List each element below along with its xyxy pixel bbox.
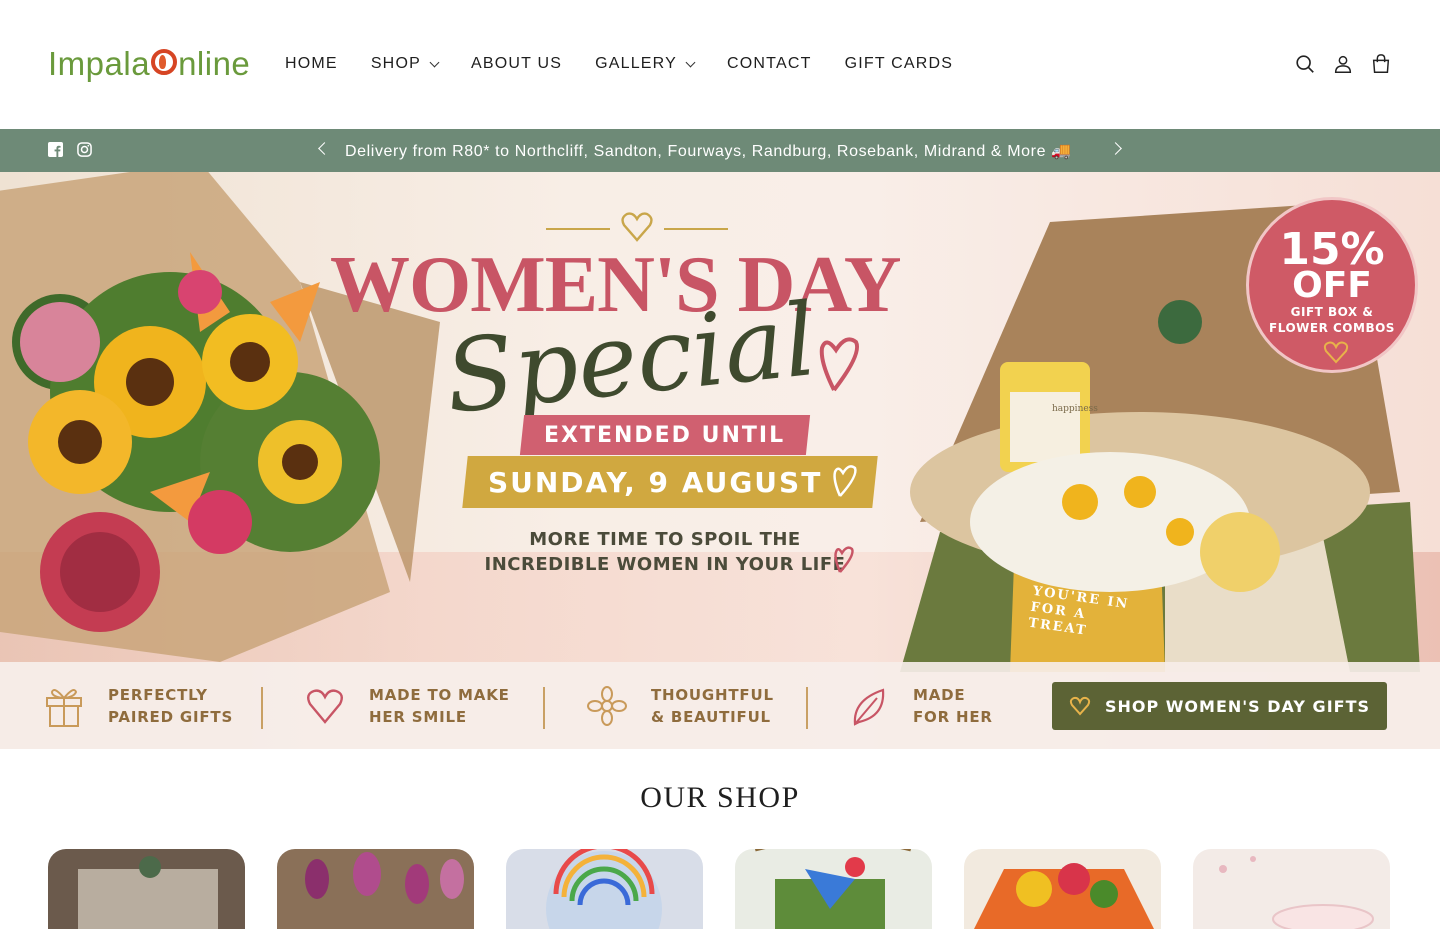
nav-contact-label: CONTACT — [727, 55, 812, 72]
badge-line3: GIFT BOX & — [1290, 305, 1374, 319]
nav-gallery-label: GALLERY — [595, 55, 678, 72]
heart-icon — [833, 465, 857, 497]
shop-cards — [48, 849, 1390, 929]
hero-subtext-line2: INCREDIBLE WOMEN IN YOUR LIFE — [484, 554, 846, 575]
date-text: SUNDAY, 9 AUGUST — [487, 465, 823, 499]
facebook-icon[interactable] — [48, 142, 63, 157]
feature-divider — [543, 687, 545, 729]
chevron-down-icon — [685, 57, 696, 67]
nav-about-us[interactable]: ABOUT US — [471, 52, 562, 76]
instagram-icon[interactable] — [77, 142, 92, 157]
cta-label: SHOP WOMEN'S DAY GIFTS — [1104, 696, 1371, 716]
shop-card-candle[interactable] — [1193, 849, 1390, 929]
flower-icon — [587, 686, 627, 726]
shop-card-gift-box[interactable] — [48, 849, 245, 929]
site-header: Impala nline HOME SHOP ABOUT US GALLERY C… — [0, 0, 1440, 128]
hero-subtext: MORE TIME TO SPOIL THE INCREDIBLE WOMEN … — [480, 527, 850, 577]
feature-line2: HER SMILE — [369, 708, 467, 726]
heart-icon — [621, 212, 653, 242]
nav-gift-cards-label: GIFT CARDS — [844, 55, 954, 72]
nav-shop-label: SHOP — [370, 55, 421, 72]
tea-label: happiness — [1052, 404, 1098, 414]
shop-card-balloon[interactable] — [506, 849, 703, 929]
shop-womens-day-button[interactable]: SHOP WOMEN'S DAY GIFTS — [1052, 682, 1387, 730]
announcement-text: Delivery from R80* to Northcliff, Sandto… — [345, 143, 1072, 160]
search-icon[interactable] — [1294, 52, 1316, 76]
leaf-icon — [853, 688, 885, 726]
social-links — [48, 142, 92, 157]
extended-until-text: EXTENDED UNTIL — [544, 422, 786, 448]
badge-line4: FLOWER COMBOS — [1269, 321, 1395, 335]
feature-line2: & BEAUTIFUL — [651, 708, 771, 726]
chevron-down-icon — [429, 57, 440, 67]
account-icon[interactable] — [1332, 52, 1354, 76]
feature-line2: FOR HER — [913, 708, 993, 726]
shop-card-bouquet[interactable] — [964, 849, 1161, 929]
basket-thumbnail — [755, 849, 911, 929]
cart-icon[interactable] — [1370, 52, 1392, 76]
logo[interactable]: Impala nline — [48, 42, 250, 86]
feature-made-to-make: MADE TO MAKE HER SMILE — [305, 684, 510, 728]
our-shop-title: OUR SHOP — [640, 781, 800, 814]
feature-line1: THOUGHTFUL — [651, 686, 774, 704]
badge-off: OFF — [1292, 265, 1372, 306]
tulips-thumbnail — [305, 852, 464, 904]
nav-contact[interactable]: CONTACT — [727, 52, 812, 76]
nav-gift-cards[interactable]: GIFT CARDS — [845, 52, 954, 76]
header-icons — [1294, 52, 1392, 76]
feature-perfectly-paired: PERFECTLY PAIRED GIFTS — [44, 684, 233, 728]
feature-thoughtful: THOUGHTFUL & BEAUTIFUL — [587, 684, 774, 728]
badge-percent: 15% — [1279, 224, 1385, 275]
shop-card-tulips[interactable] — [277, 849, 474, 929]
decorative-line — [664, 228, 728, 230]
heart-icon — [307, 689, 343, 724]
decorative-line — [546, 228, 610, 230]
announcement-bar: Delivery from R80* to Northcliff, Sandto… — [0, 129, 1440, 172]
logo-text-right: nline — [178, 45, 251, 82]
nav-about-label: ABOUT US — [470, 55, 563, 72]
candle-thumbnail — [1219, 856, 1374, 929]
hero-banner[interactable]: WOMEN'S DAY Special EXTENDED UNTIL SUNDA… — [0, 172, 1440, 749]
discount-badge: 15% OFF GIFT BOX & FLOWER COMBOS — [1246, 197, 1418, 373]
gift-box-thumbnail — [78, 856, 218, 929]
gift-icon — [46, 689, 82, 727]
logo-text-left: Impala — [48, 45, 151, 82]
feature-text: MADE FOR HER — [913, 684, 993, 728]
announcement-next-button[interactable] — [1109, 142, 1122, 155]
feature-made-for-her: MADE FOR HER — [849, 684, 993, 728]
extended-until-banner: EXTENDED UNTIL — [519, 415, 811, 455]
hero-subtext-line1: MORE TIME TO SPOIL THE — [529, 529, 801, 550]
main-nav: HOME SHOP ABOUT US GALLERY CONTACT GIFT … — [285, 52, 986, 76]
feature-text: THOUGHTFUL & BEAUTIFUL — [651, 684, 774, 728]
feature-divider — [261, 687, 263, 729]
feature-text: PERFECTLY PAIRED GIFTS — [108, 684, 233, 728]
feature-line1: MADE — [913, 686, 966, 704]
nav-gallery[interactable]: GALLERY — [595, 52, 696, 76]
balloon-thumbnail — [546, 849, 662, 929]
nav-shop[interactable]: SHOP — [370, 52, 440, 76]
features-strip: PERFECTLY PAIRED GIFTS MADE TO MAKE HER SM… — [0, 662, 1440, 749]
heart-icon — [1069, 696, 1091, 716]
feature-line2: PAIRED GIFTS — [108, 708, 234, 726]
logo-mark-icon — [151, 49, 178, 75]
heart-icon — [819, 337, 859, 392]
date-banner: SUNDAY, 9 AUGUST — [462, 456, 878, 508]
heart-icon — [1323, 341, 1349, 364]
bouquet-thumbnail — [974, 863, 1154, 929]
feature-line1: MADE TO MAKE — [369, 686, 510, 704]
announcement-prev-button[interactable] — [318, 142, 331, 155]
nav-home[interactable]: HOME — [285, 52, 338, 76]
feature-divider — [806, 687, 808, 729]
shop-card-basket[interactable] — [735, 849, 932, 929]
feature-text: MADE TO MAKE HER SMILE — [369, 684, 510, 728]
feature-line1: PERFECTLY — [108, 686, 208, 704]
heart-icon — [834, 546, 854, 573]
nav-home-label: HOME — [285, 55, 338, 72]
